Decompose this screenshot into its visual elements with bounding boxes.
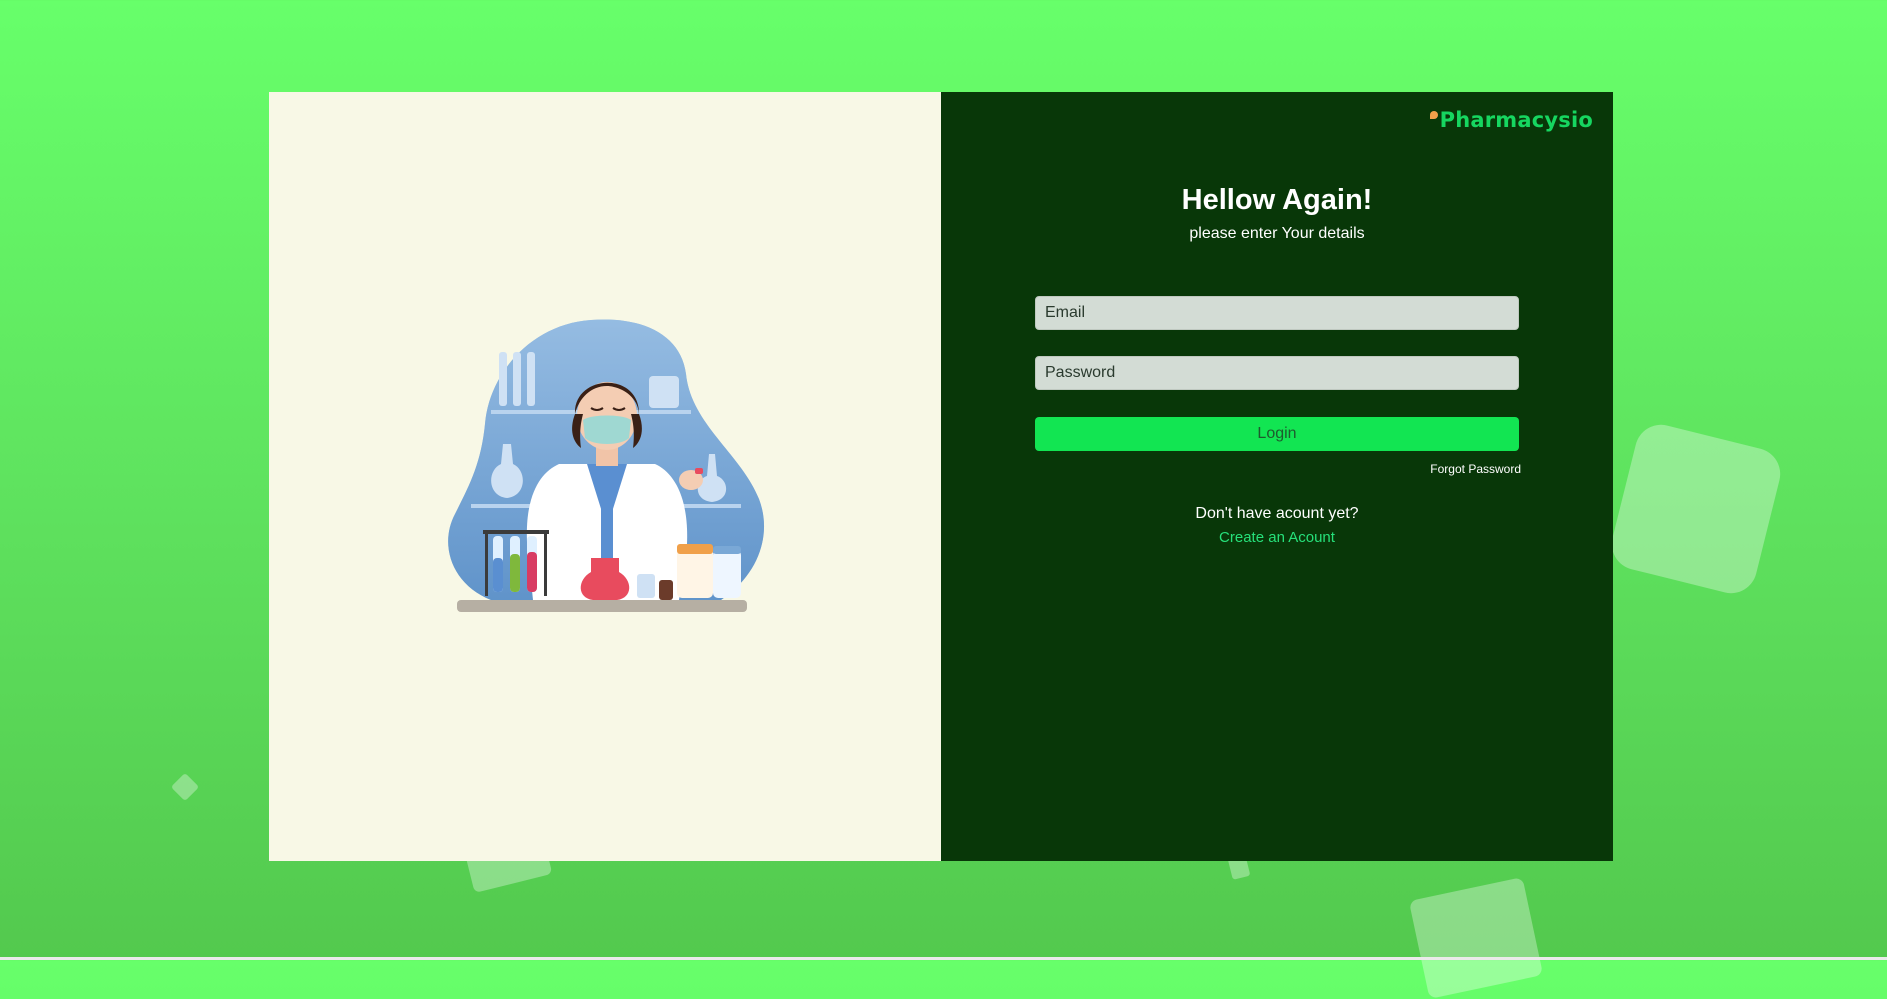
brand-name: Pharmacysio [1439,108,1593,132]
brand-logo[interactable]: Pharmacysio [1429,108,1593,132]
pharmacist-illustration [448,319,765,612]
page-subtitle: please enter Your details [1189,225,1365,242]
email-field[interactable] [1035,296,1519,330]
login-panel: Pharmacysio Hellow Again! please enter Y… [941,92,1613,861]
page-title: Hellow Again! [1181,184,1373,216]
login-button[interactable]: Login [1035,417,1519,451]
illustration-panel [269,92,941,861]
create-account-link[interactable]: Create an Acount [941,529,1613,546]
leaf-icon [1429,111,1438,119]
decor-square [1408,877,1544,999]
forgot-password-link[interactable]: Forgot Password [1430,462,1521,476]
decor-square [170,772,200,802]
password-field[interactable] [1035,356,1519,390]
no-account-text: Don't have acount yet? [1195,505,1359,522]
login-card: Pharmacysio Hellow Again! please enter Y… [269,92,1613,861]
decor-square [1606,419,1786,599]
